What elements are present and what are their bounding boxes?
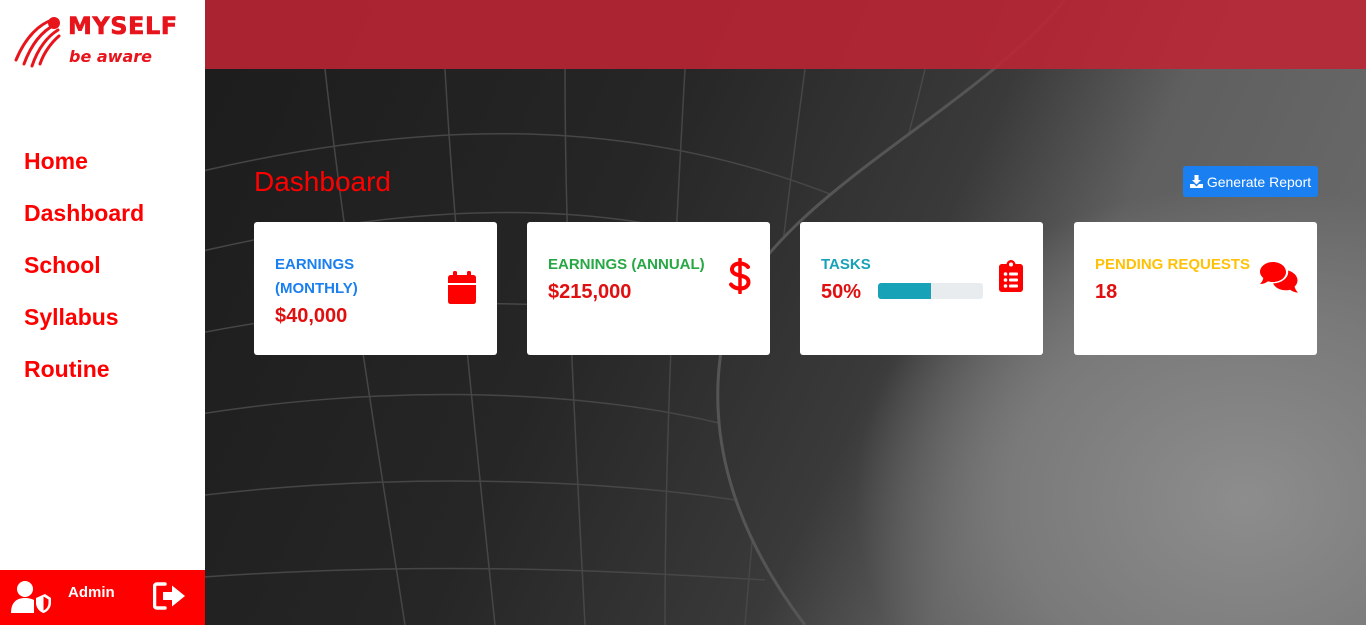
sidebar-link-home[interactable]: Home [24,146,144,176]
card-label: EARNINGS (MONTHLY) [275,253,358,301]
card-label: Pending Requests [1095,256,1251,273]
card-value: 50% [821,281,862,303]
sidebar-item-routine: Routine [24,354,144,406]
tasks-progress-fill [878,283,931,299]
main-content: Dashboard Generate Report EARNINGS (MONT… [205,0,1366,625]
sidebar-link-school[interactable]: School [24,250,144,280]
calendar-icon [448,271,476,304]
sidebar-item-dashboard: Dashboard [24,198,144,250]
comments-icon [1260,262,1298,293]
generate-report-label: Generate Report [1206,173,1312,190]
top-bar [205,0,1366,69]
brand-title: MYSELF [68,12,178,41]
dollar-icon [729,258,751,294]
card-earnings-monthly[interactable]: EARNINGS (MONTHLY) $40,000 [254,222,497,355]
card-label-line-2: (MONTHLY) [275,280,358,297]
sidebar-item-school: School [24,250,144,302]
card-tasks[interactable]: Tasks 50% [800,222,1043,355]
sidebar-link-syllabus[interactable]: Syllabus [24,302,144,332]
sidebar-item-home: Home [24,146,144,198]
user-shield-icon [11,581,51,613]
sidebar-link-routine[interactable]: Routine [24,354,144,384]
download-icon [1189,175,1203,188]
sidebar-nav: Home Dashboard School Syllabus Routine [24,146,144,406]
sign-out-icon[interactable] [153,582,187,610]
card-value: $215,000 [548,281,632,303]
card-earnings-annual[interactable]: Earnings (Annual) $215,000 [527,222,770,355]
card-label: Earnings (Annual) [548,256,705,273]
brand-tagline: be aware [69,47,152,66]
brand-logo[interactable]: MYSELF be aware [12,12,202,68]
card-label: Tasks [821,256,871,273]
logo-mark-icon [14,17,61,68]
user-name: Admin [68,584,115,601]
card-pending-requests[interactable]: Pending Requests 18 [1074,222,1317,355]
generate-report-button[interactable]: Generate Report [1183,166,1318,197]
page-title: Dashboard [254,166,391,197]
card-label-line-1: EARNINGS [275,256,355,273]
sidebar-item-syllabus: Syllabus [24,302,144,354]
card-value: $40,000 [275,305,348,327]
tasks-progress-bar [878,283,983,299]
sidebar-link-dashboard[interactable]: Dashboard [24,198,144,228]
sidebar: MYSELF be aware Home Dashboard School Sy… [0,0,205,625]
clipboard-list-icon [999,260,1023,292]
user-bar: Admin [0,570,205,625]
card-value: 18 [1095,281,1118,303]
